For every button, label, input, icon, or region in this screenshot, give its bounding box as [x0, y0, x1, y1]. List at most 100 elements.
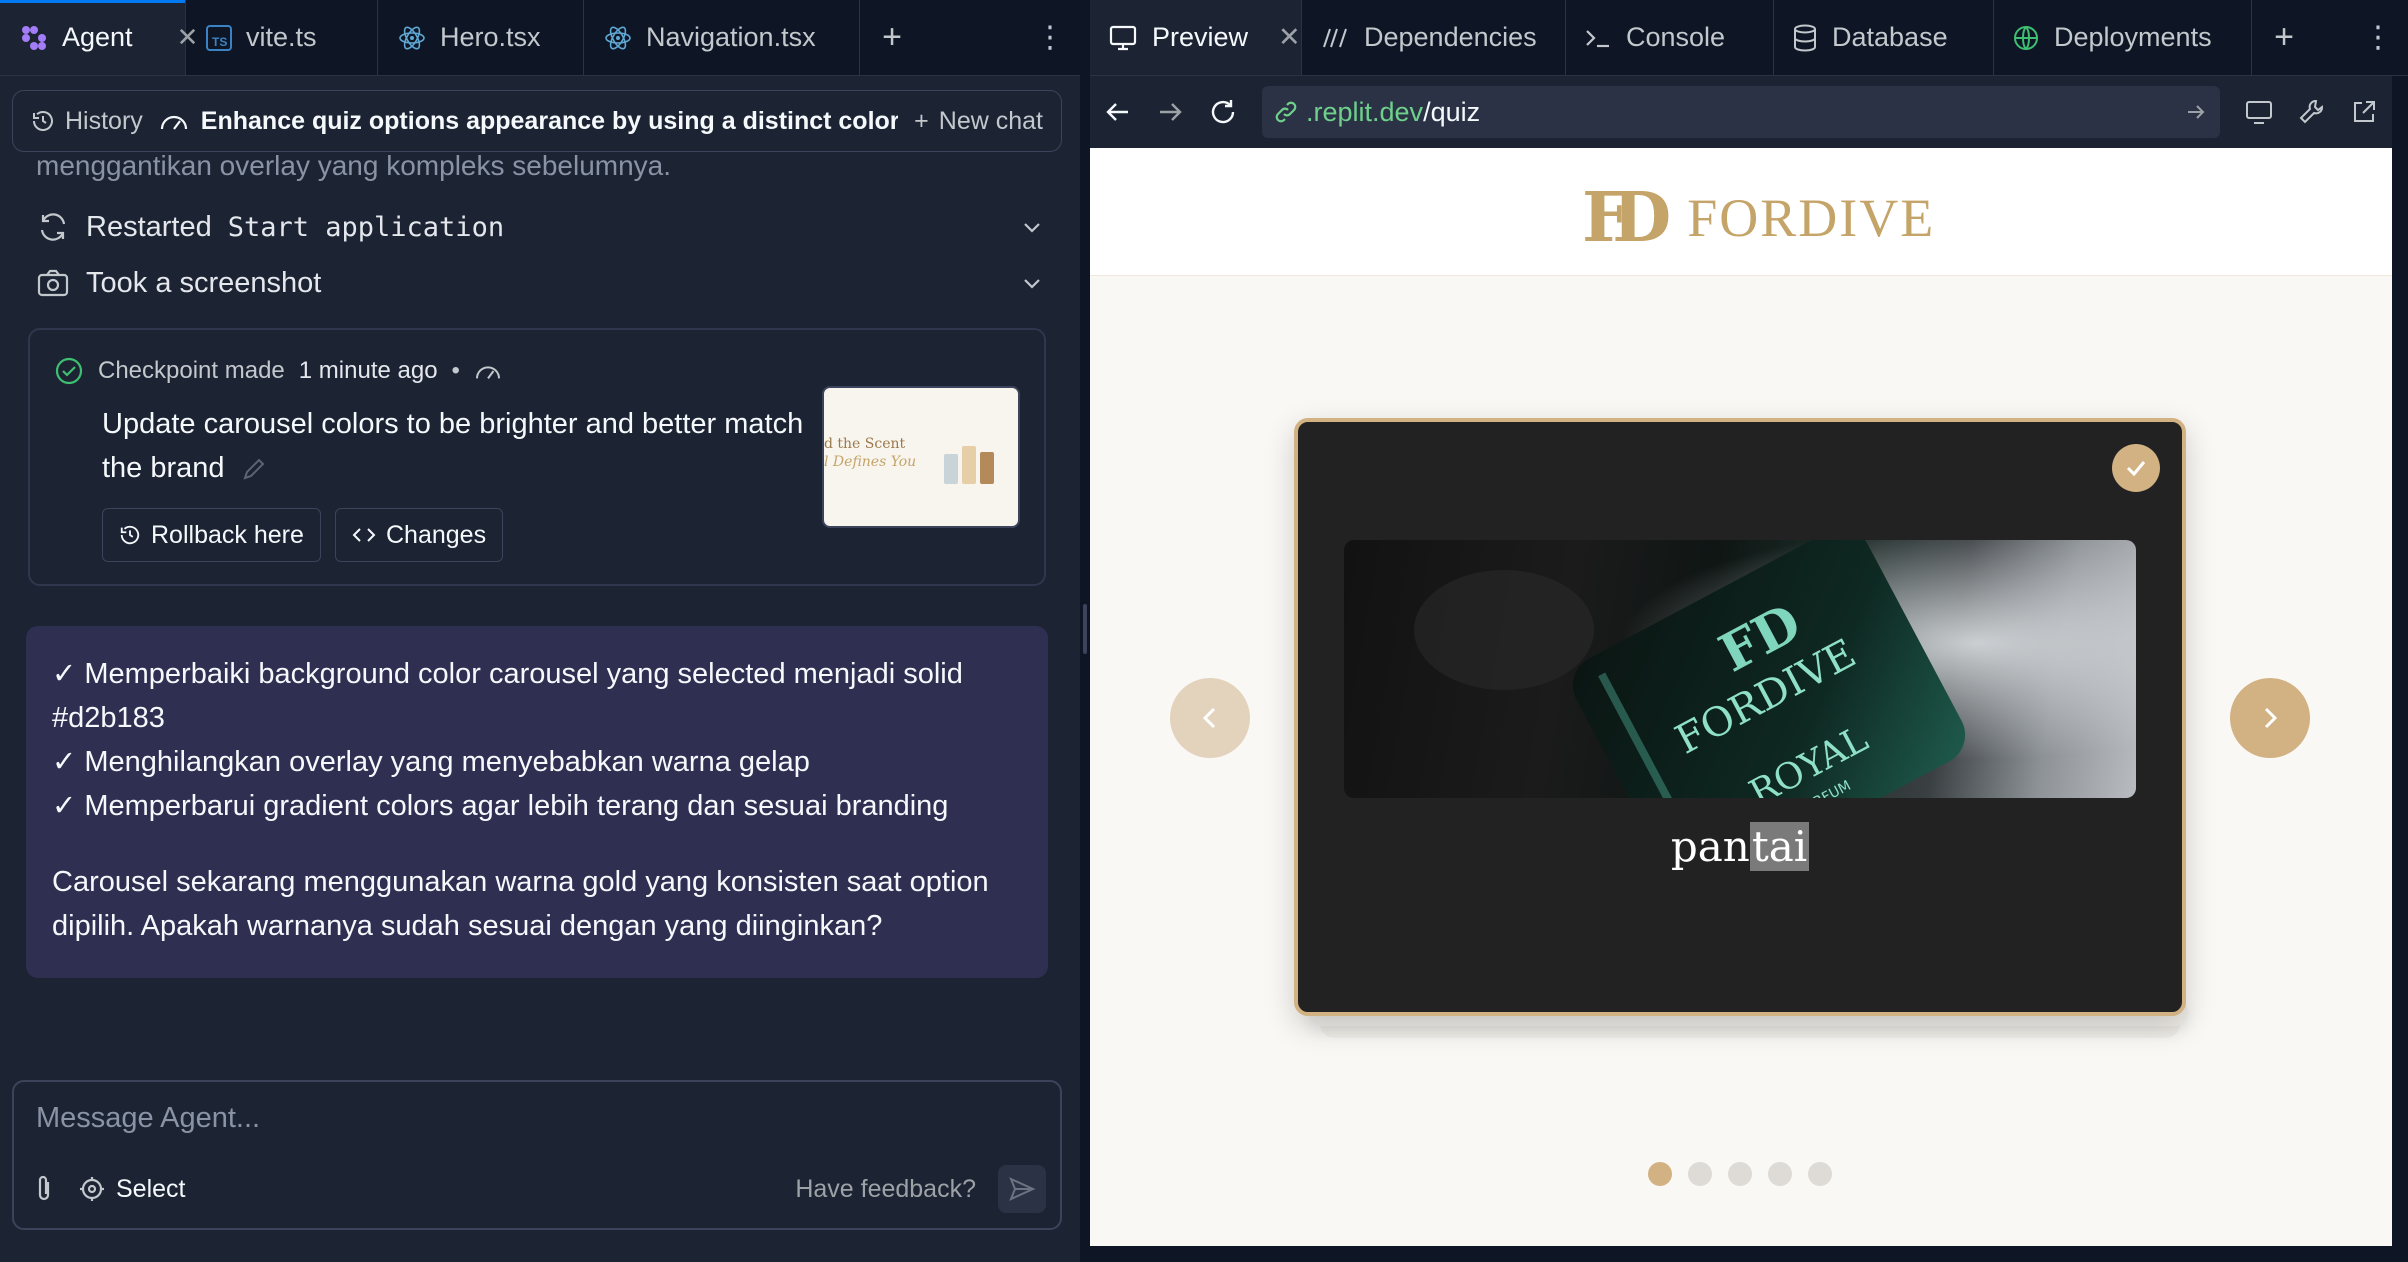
history-icon: [119, 524, 141, 546]
site-logo[interactable]: FD FORDIVE: [1582, 178, 1935, 258]
carousel-dot-2[interactable]: [1688, 1162, 1712, 1186]
checkpoint-meta: Checkpoint made 1 minute ago •: [54, 356, 502, 386]
changes-label: Changes: [386, 520, 487, 549]
tab-label: Agent: [62, 22, 133, 52]
action-screenshot[interactable]: Took a screenshot: [36, 258, 1044, 308]
quiz-option-card[interactable]: FD FORDIVE ROYAL DE PARFUM pantai: [1294, 418, 2186, 1016]
link-icon: [1274, 100, 1298, 124]
composer-toolbar: Select Have feedback?: [32, 1164, 1046, 1214]
pencil-icon[interactable]: [241, 456, 267, 482]
chevron-down-icon[interactable]: [1020, 271, 1044, 295]
agent-message: ✓ Memperbaiki background color carousel …: [26, 626, 1048, 978]
carousel-next-button[interactable]: [2230, 678, 2310, 758]
react-icon: [398, 24, 426, 52]
tab-hero-tsx[interactable]: Hero.tsx: [378, 0, 584, 75]
chat-title-text: Enhance quiz options appearance by using…: [200, 106, 899, 135]
message-paragraph: Carousel sekarang menggunakan warna gold…: [52, 866, 989, 942]
action-label: Took a screenshot: [86, 266, 322, 299]
more-options-icon[interactable]: ⋮: [1020, 0, 1080, 75]
checkpoint-screenshot-thumbnail[interactable]: d the Scent l Defines You: [822, 386, 1020, 528]
carousel-dot-1[interactable]: [1648, 1162, 1672, 1186]
carousel-dot-5[interactable]: [1808, 1162, 1832, 1186]
action-label: Restarted: [86, 210, 212, 243]
action-restarted[interactable]: Restarted Start application: [36, 202, 1044, 252]
tab-label: Preview: [1152, 22, 1249, 52]
tab-label: Deployments: [2054, 22, 2212, 52]
perfume-bottle-image: FD FORDIVE ROYAL DE PARFUM: [1344, 540, 2136, 798]
message-line: ✓ Memperbaiki background color carousel …: [52, 658, 963, 734]
changes-button[interactable]: Changes: [335, 508, 504, 562]
selected-check-icon: [2112, 444, 2160, 492]
paperclip-icon[interactable]: [32, 1174, 56, 1204]
device-icon[interactable]: [2244, 98, 2274, 126]
url-input[interactable]: .replit.dev/quiz: [1262, 86, 2220, 138]
external-link-icon[interactable]: [2350, 98, 2378, 126]
resize-handle[interactable]: [1083, 604, 1087, 654]
tab-label: Console: [1626, 22, 1726, 52]
database-icon: [1792, 24, 1818, 52]
tab-label: Dependencies: [1364, 22, 1537, 52]
chevron-left-icon: [1195, 703, 1225, 733]
chevron-down-icon[interactable]: [1020, 215, 1044, 239]
site-header: FD FORDIVE: [1090, 148, 2392, 276]
logo-mark: FD: [1582, 178, 1671, 258]
website-preview[interactable]: FD FORDIVE FD FORDIVE ROYAL pantai: [1090, 148, 2392, 1246]
feedback-link[interactable]: Have feedback?: [795, 1175, 976, 1204]
camera-icon: [36, 268, 70, 298]
close-icon[interactable]: ✕: [1278, 22, 1301, 53]
monitor-icon: [1108, 24, 1138, 52]
reload-icon[interactable]: [1208, 97, 1238, 127]
check-circle-icon: [54, 356, 84, 386]
new-tab-button[interactable]: +: [2252, 0, 2316, 75]
tab-label: Navigation.tsx: [646, 22, 816, 52]
select-button[interactable]: Select: [78, 1175, 185, 1204]
message-input[interactable]: Message Agent...: [36, 1102, 260, 1135]
message-line: ✓ Memperbarui gradient colors agar lebih…: [52, 790, 949, 822]
tab-preview[interactable]: Preview ✕: [1090, 0, 1302, 75]
wrench-icon[interactable]: [2298, 98, 2326, 126]
new-tab-button[interactable]: +: [860, 0, 924, 75]
carousel-prev-button[interactable]: [1170, 678, 1250, 758]
send-button[interactable]: [998, 1165, 1046, 1213]
chat-title: Enhance quiz options appearance by using…: [159, 107, 898, 136]
gauge-icon: [474, 360, 502, 382]
tab-label: Hero.tsx: [440, 22, 541, 52]
url-domain: .replit.dev: [1306, 96, 1424, 127]
tab-deployments[interactable]: Deployments: [1994, 0, 2252, 75]
tab-label: vite.ts: [246, 22, 317, 52]
thumbnail-text: l Defines You: [824, 454, 917, 470]
separator-dot: •: [451, 357, 460, 384]
typescript-icon: TS: [206, 24, 232, 51]
agent-pane: Agent ✕ TS vite.ts Hero.tsx Navigation.t…: [0, 0, 1080, 1262]
tab-database[interactable]: Database: [1774, 0, 1994, 75]
tab-vite-ts[interactable]: TS vite.ts: [186, 0, 378, 75]
globe-icon: [2012, 24, 2040, 52]
option-label-selected-text: tai: [1749, 822, 1810, 871]
checkpoint-title: Update carousel colors to be brighter an…: [102, 402, 822, 490]
carousel-dot-3[interactable]: [1728, 1162, 1752, 1186]
target-icon: [78, 1175, 106, 1203]
history-button[interactable]: History: [31, 107, 143, 136]
message-composer[interactable]: Message Agent... Select Have feedback?: [12, 1080, 1062, 1230]
agent-icon: [20, 24, 48, 52]
gauge-icon: [159, 109, 189, 133]
more-options-icon[interactable]: ⋮: [2348, 0, 2408, 75]
carousel-dot-4[interactable]: [1768, 1162, 1792, 1186]
send-icon: [1008, 1175, 1036, 1203]
message-line: ✓ Menghilangkan overlay yang menyebabkan…: [52, 746, 810, 778]
preview-url-bar: .replit.dev/quiz: [1090, 76, 2392, 148]
go-arrow-icon[interactable]: [2184, 100, 2208, 124]
rollback-label: Rollback here: [151, 520, 304, 549]
tab-navigation-tsx[interactable]: Navigation.tsx: [584, 0, 860, 75]
tab-console[interactable]: Console: [1566, 0, 1774, 75]
new-chat-button[interactable]: + New chat: [914, 107, 1043, 136]
forward-arrow-icon[interactable]: [1156, 98, 1184, 126]
terminal-icon: [1584, 25, 1612, 51]
tab-agent[interactable]: Agent ✕: [0, 0, 198, 75]
rollback-button[interactable]: Rollback here: [102, 508, 321, 562]
action-command: Start application: [227, 211, 505, 243]
carousel-pagination: [1648, 1162, 1832, 1186]
history-icon: [31, 109, 55, 133]
back-arrow-icon[interactable]: [1104, 98, 1132, 126]
tab-dependencies[interactable]: Dependencies: [1302, 0, 1566, 75]
